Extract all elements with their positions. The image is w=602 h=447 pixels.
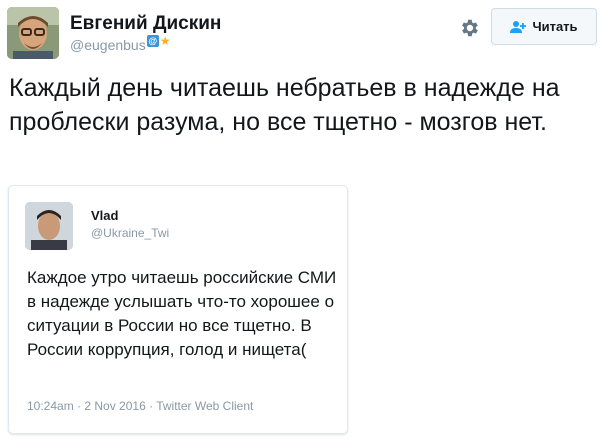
author-avatar[interactable] (7, 7, 59, 59)
quoted-author-name[interactable]: Vlad (91, 208, 118, 223)
quoted-author-avatar[interactable] (25, 202, 73, 250)
author-display-name[interactable]: Евгений Дискин (70, 13, 221, 35)
add-user-icon (510, 20, 527, 33)
author-handle-row[interactable]: @eugenbus @ ★ (70, 33, 171, 54)
follow-button[interactable]: Читать (491, 8, 597, 45)
tweet-text: Каждый день читаешь небратьев в надежде … (9, 74, 560, 136)
follow-button-label: Читать (532, 19, 578, 34)
at-badge-icon: @ (146, 34, 159, 47)
quoted-author-handle[interactable]: @Ukraine_Twi (91, 226, 169, 240)
author-handle[interactable]: @eugenbus (70, 37, 146, 53)
quoted-tweet-text: Каждое утро читаешь российские СМИ в над… (27, 268, 337, 359)
quoted-tweet-timestamp[interactable]: 10:24am · 2 Nov 2016 · Twitter Web Clien… (27, 399, 253, 413)
gear-icon[interactable] (458, 17, 480, 39)
quoted-tweet-card[interactable]: Vlad @Ukraine_Twi Каждое утро читаешь ро… (8, 185, 348, 434)
star-badge-icon: ★ (159, 33, 171, 48)
